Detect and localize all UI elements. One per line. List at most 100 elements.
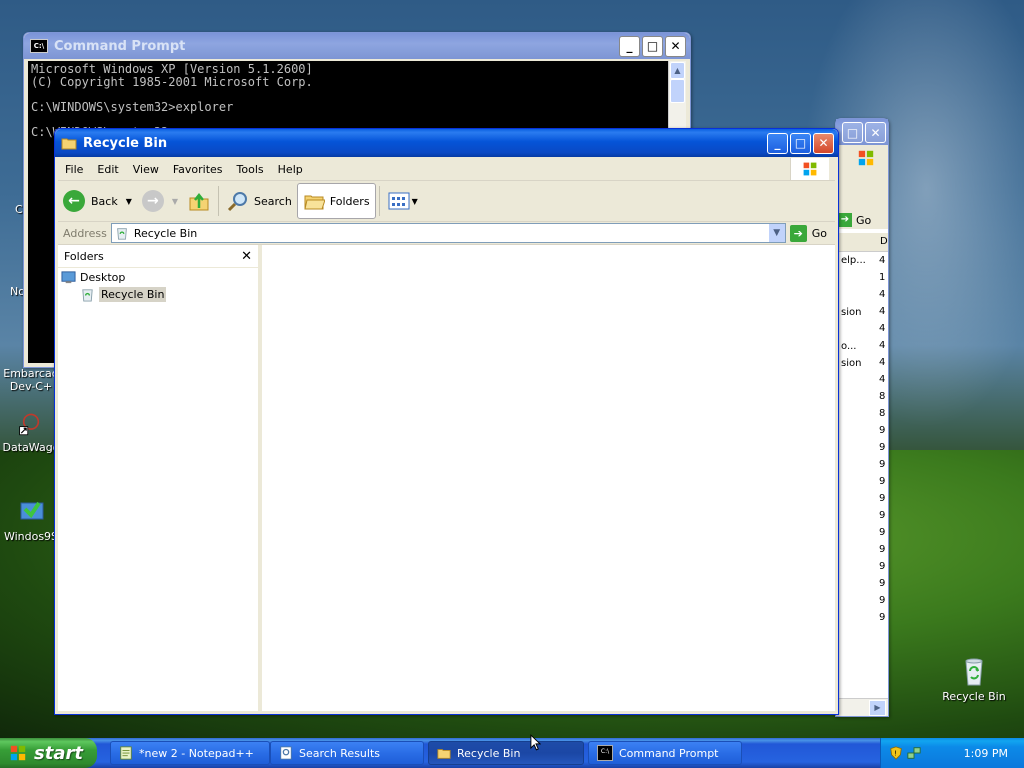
explorer-title: Recycle Bin bbox=[83, 135, 168, 151]
views-button[interactable]: ▼ bbox=[383, 184, 423, 218]
forward-arrow-icon: → bbox=[141, 190, 164, 212]
result-text-3: o... bbox=[841, 341, 857, 352]
folders-label: Folders bbox=[329, 194, 370, 208]
search-results-window[interactable]: □ ✕ ➔ Go D elp... sion o... sion 4 1 4 4 4 4 4… bbox=[835, 118, 889, 717]
menu-view[interactable]: View bbox=[126, 163, 166, 176]
cmd-scroll-up[interactable]: ▲ bbox=[670, 62, 685, 79]
explorer-maximize-button[interactable]: □ bbox=[790, 132, 811, 154]
search-results-titlebar[interactable]: □ ✕ bbox=[836, 119, 888, 145]
tree-label-desktop: Desktop bbox=[80, 271, 126, 284]
cmd-minimize-button[interactable]: _ bbox=[619, 35, 640, 57]
search-results-hscroll[interactable]: ▶ bbox=[836, 698, 888, 716]
menu-file[interactable]: File bbox=[58, 163, 90, 176]
search-results-maximize-button[interactable]: □ bbox=[842, 122, 863, 143]
result-number: 9 bbox=[879, 459, 886, 470]
cmd-window-icon: C:\ bbox=[30, 39, 48, 53]
tree-item-recycle-bin[interactable]: Recycle Bin bbox=[80, 287, 167, 302]
menu-tools[interactable]: Tools bbox=[230, 163, 271, 176]
back-label: Back bbox=[91, 194, 118, 208]
menu-favorites[interactable]: Favorites bbox=[166, 163, 230, 176]
recycle-bin-contents[interactable] bbox=[262, 245, 835, 711]
datawago-label: DataWago bbox=[2, 441, 60, 454]
forward-button[interactable]: → ▼ bbox=[137, 184, 183, 218]
toolbar-separator bbox=[378, 186, 380, 216]
desktop-icon-recycle-bin[interactable]: Recycle Bin bbox=[939, 655, 1009, 703]
back-dropdown-icon[interactable]: ▼ bbox=[126, 197, 132, 206]
address-bar: Address Recycle Bin ▼ ➔ Go bbox=[58, 222, 835, 245]
cmd-title: Command Prompt bbox=[54, 38, 186, 54]
search-button[interactable]: Search bbox=[222, 184, 297, 218]
explorer-toolbar: ← Back ▼ → ▼ Search Folders ▼ bbox=[58, 181, 835, 222]
search-results-toolbar: ➔ Go bbox=[836, 145, 888, 229]
task-search-results[interactable]: Search Results bbox=[270, 741, 424, 765]
result-number: 9 bbox=[879, 578, 886, 589]
folders-button[interactable]: Folders bbox=[296, 183, 376, 219]
explorer-close-button[interactable]: ✕ bbox=[813, 132, 834, 154]
address-label: Address bbox=[63, 226, 107, 240]
svg-text:!: ! bbox=[894, 750, 897, 758]
windows-logo bbox=[790, 158, 829, 180]
forward-dropdown-icon[interactable]: ▼ bbox=[172, 197, 178, 206]
windos9s-label: Windos9S bbox=[3, 530, 59, 543]
scroll-right-arrow-icon[interactable]: ▶ bbox=[869, 700, 886, 716]
start-button[interactable]: start bbox=[0, 738, 97, 768]
clock[interactable]: 1:09 PM bbox=[964, 747, 1008, 760]
cmd-close-button[interactable]: ✕ bbox=[665, 35, 686, 57]
result-number: 4 bbox=[879, 289, 886, 300]
recycle-bin-small-icon bbox=[116, 228, 127, 240]
network-icon[interactable] bbox=[907, 745, 921, 761]
result-number: 4 bbox=[879, 340, 886, 351]
task-notepadpp[interactable]: *new 2 - Notepad++ bbox=[110, 741, 270, 765]
result-text-2: sion bbox=[841, 307, 862, 318]
task-label: Command Prompt bbox=[619, 746, 719, 760]
up-folder-button[interactable] bbox=[183, 184, 215, 218]
task-command-prompt[interactable]: C:\ Command Prompt bbox=[588, 741, 742, 765]
go-arrow-icon: ➔ bbox=[838, 213, 852, 227]
result-number: 4 bbox=[879, 306, 886, 317]
result-number: 9 bbox=[879, 476, 886, 487]
views-dropdown-icon[interactable]: ▼ bbox=[412, 197, 418, 206]
back-arrow-icon: ← bbox=[63, 190, 85, 212]
recycle-bin-desktop-label: Recycle Bin bbox=[942, 690, 1006, 703]
cmd-icon: C:\ bbox=[597, 745, 613, 761]
cmd-maximize-button[interactable]: □ bbox=[642, 35, 663, 57]
folders-pane-title: Folders bbox=[64, 249, 104, 263]
views-icon bbox=[388, 192, 410, 210]
tree-label-recycle-bin: Recycle Bin bbox=[99, 287, 167, 302]
address-input[interactable]: Recycle Bin ▼ bbox=[110, 223, 786, 243]
result-number: 4 bbox=[879, 374, 886, 385]
folders-pane: Folders ✕ Desktop Recycle Bin bbox=[58, 245, 262, 711]
search-results-column-header[interactable]: D bbox=[836, 233, 888, 252]
result-number: 9 bbox=[879, 493, 886, 504]
folders-pane-close-icon[interactable]: ✕ bbox=[241, 249, 252, 264]
result-text-4: sion bbox=[841, 358, 862, 369]
security-shield-icon[interactable]: ! bbox=[889, 745, 903, 761]
recycle-bin-tree-icon bbox=[82, 289, 93, 302]
result-number: 9 bbox=[879, 425, 886, 436]
go-arrow-icon: ➔ bbox=[789, 224, 807, 242]
task-recycle-bin[interactable]: Recycle Bin bbox=[428, 741, 584, 765]
taskbar: start *new 2 - Notepad++ Search Results … bbox=[0, 738, 1024, 768]
explorer-menubar: File Edit View Favorites Tools Help bbox=[58, 158, 835, 181]
start-label: start bbox=[34, 742, 83, 764]
search-results-icon bbox=[280, 746, 292, 760]
cmd-titlebar[interactable]: C:\ Command Prompt _ □ ✕ bbox=[24, 33, 690, 59]
datawago-icon bbox=[19, 413, 40, 436]
recycle-bin-explorer-window[interactable]: Recycle Bin _ □ ✕ File Edit View Favorit… bbox=[54, 128, 839, 715]
address-dropdown-icon[interactable]: ▼ bbox=[767, 224, 785, 242]
windows-flag-icon bbox=[10, 745, 26, 761]
system-tray: ! 1:09 PM bbox=[880, 738, 1024, 768]
result-number: 4 bbox=[879, 357, 886, 368]
search-results-close-button[interactable]: ✕ bbox=[865, 122, 886, 143]
desktop-partial-label-1: C bbox=[15, 203, 23, 216]
cmd-scroll-thumb[interactable] bbox=[670, 79, 685, 103]
menu-help[interactable]: Help bbox=[271, 163, 310, 176]
menu-edit[interactable]: Edit bbox=[90, 163, 125, 176]
search-results-go-button[interactable]: ➔ Go bbox=[838, 213, 871, 227]
explorer-minimize-button[interactable]: _ bbox=[767, 132, 788, 154]
tree-item-desktop[interactable]: Desktop bbox=[61, 270, 125, 285]
explorer-titlebar[interactable]: Recycle Bin _ □ ✕ bbox=[55, 129, 838, 157]
address-go-button[interactable]: ➔ Go bbox=[786, 224, 835, 242]
back-button[interactable]: ← Back ▼ bbox=[58, 184, 137, 218]
column-header-d: D bbox=[880, 236, 888, 247]
